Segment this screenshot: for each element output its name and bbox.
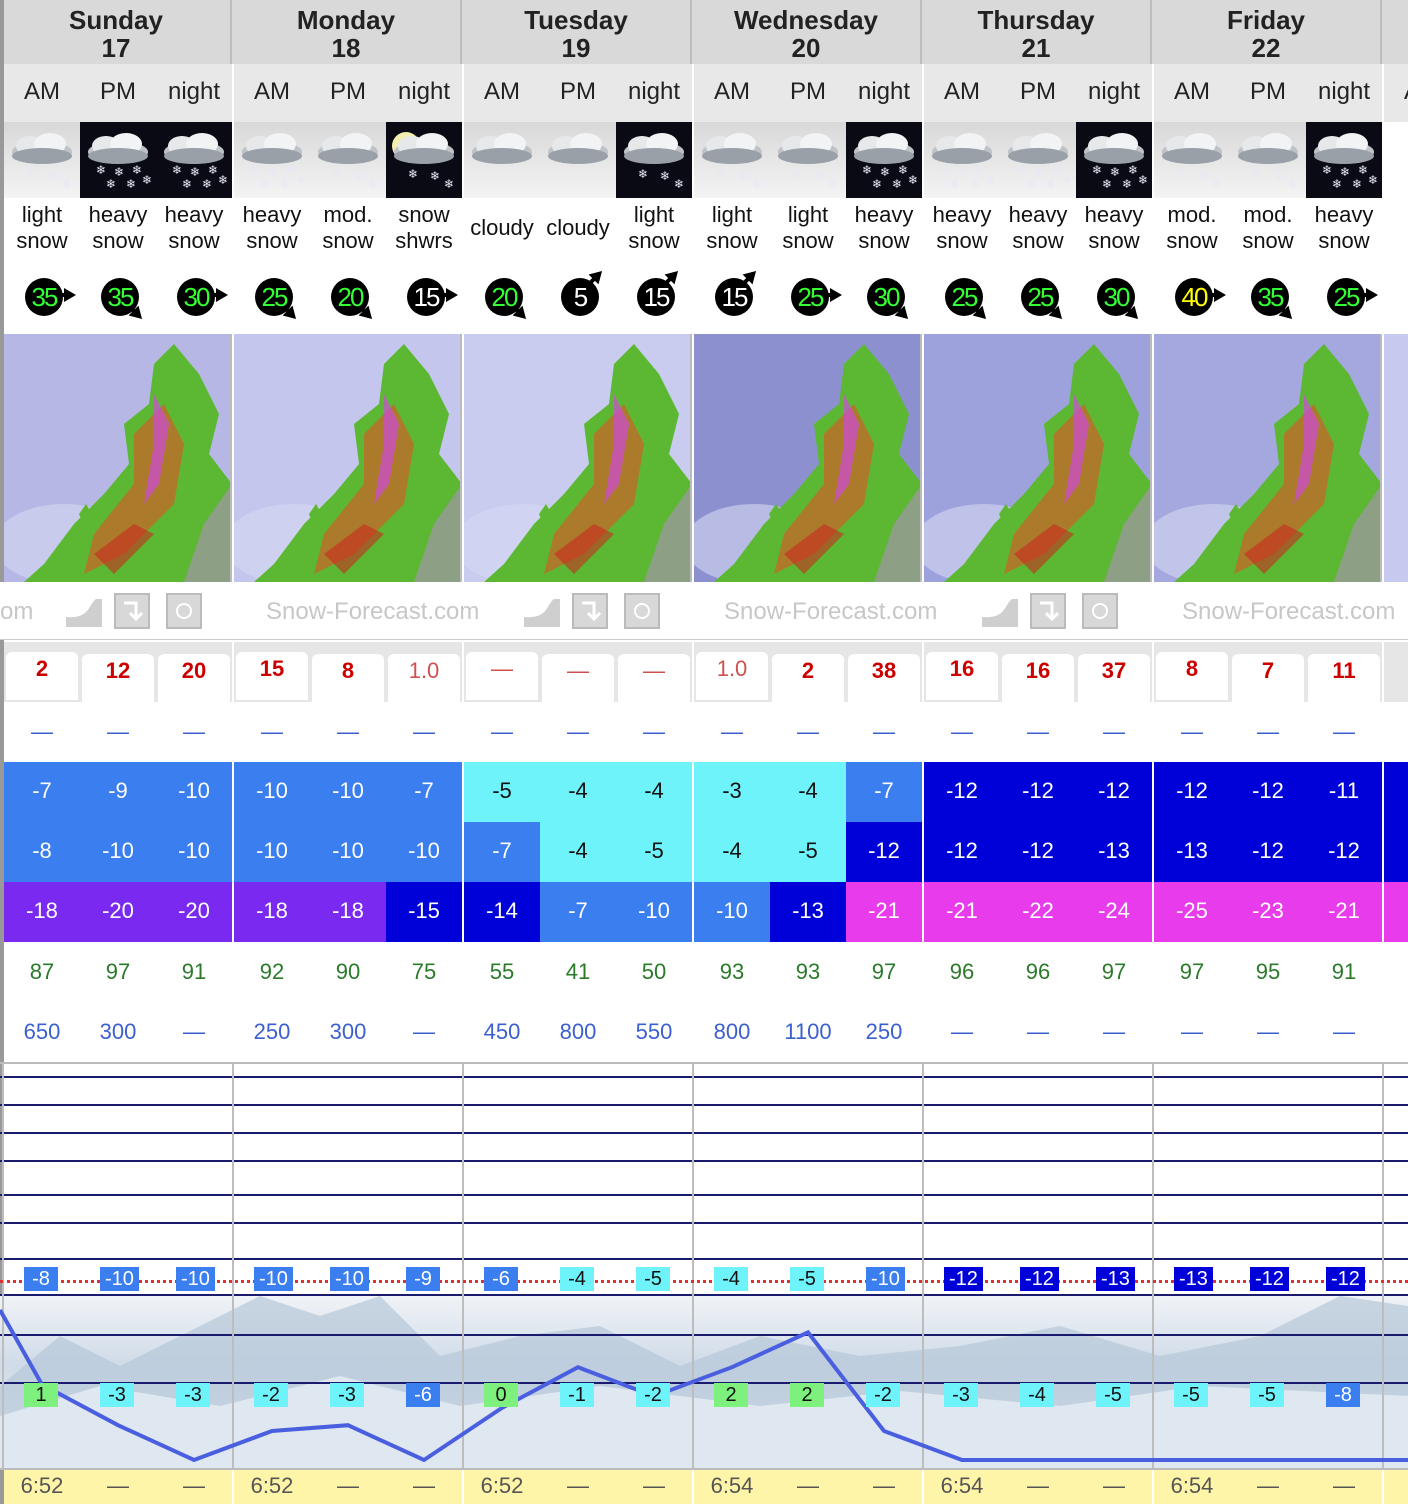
forecast-table: Sunday 17 Monday 18 Tuesday 19 Wednesday 20 Thur… bbox=[0, 0, 1408, 1504]
base-temp-badge: 1 bbox=[24, 1383, 58, 1407]
base-temp-badge: -3 bbox=[176, 1383, 210, 1407]
sunrise-time: — bbox=[156, 1470, 232, 1504]
sunrise-time: 6:54 bbox=[1154, 1470, 1230, 1504]
summit-temp-badge: -5 bbox=[790, 1267, 824, 1291]
sunrise-time: — bbox=[1306, 1470, 1382, 1504]
sunrise-time: 6:54 bbox=[924, 1470, 1000, 1504]
sunrise-time: — bbox=[386, 1470, 462, 1504]
sunrise-time: — bbox=[310, 1470, 386, 1504]
summit-temp-badge: -4 bbox=[714, 1267, 748, 1291]
base-temp-badge: 2 bbox=[790, 1383, 824, 1407]
sunrise-time: — bbox=[846, 1470, 922, 1504]
base-temp-badge: -5 bbox=[1096, 1383, 1130, 1407]
sunrise-time: 6:52 bbox=[234, 1470, 310, 1504]
base-temp-badge: 2 bbox=[714, 1383, 748, 1407]
summit-temp-badge: -12 bbox=[1020, 1267, 1059, 1291]
summit-temp-badge: -10 bbox=[330, 1267, 369, 1291]
base-temp-badge: -2 bbox=[254, 1383, 288, 1407]
summit-temp-badge: -13 bbox=[1096, 1267, 1135, 1291]
base-temp-badge: -2 bbox=[866, 1383, 900, 1407]
base-temp-badge: -3 bbox=[330, 1383, 364, 1407]
sunrise-time: — bbox=[80, 1470, 156, 1504]
base-temp-badge: -3 bbox=[944, 1383, 978, 1407]
summit-temp-badge: -10 bbox=[254, 1267, 293, 1291]
summit-temp-badge: -9 bbox=[406, 1267, 440, 1291]
sunrise-time: 6:52 bbox=[4, 1470, 80, 1504]
summit-temp-badge: -12 bbox=[1326, 1267, 1365, 1291]
sunrise-time: 6 bbox=[1384, 1470, 1408, 1504]
summit-temp-badge: -10 bbox=[100, 1267, 139, 1291]
base-temp-badge: -8 bbox=[1326, 1383, 1360, 1407]
sunrise-time: — bbox=[1000, 1470, 1076, 1504]
summit-temp-badge: -6 bbox=[484, 1267, 518, 1291]
summit-temp-badge: -12 bbox=[944, 1267, 983, 1291]
summit-temp-badge: -13 bbox=[1174, 1267, 1213, 1291]
sunrise-time: — bbox=[616, 1470, 692, 1504]
base-temp-badge: -6 bbox=[406, 1383, 440, 1407]
sunrise-time: — bbox=[1230, 1470, 1306, 1504]
summit-temp-badge: -10 bbox=[866, 1267, 905, 1291]
sunrise-time: — bbox=[540, 1470, 616, 1504]
base-temp-badge: 0 bbox=[484, 1383, 518, 1407]
summit-temp-badge: -4 bbox=[560, 1267, 594, 1291]
base-temp-badge: -5 bbox=[1250, 1383, 1284, 1407]
bottom-border bbox=[0, 1468, 1408, 1470]
base-temp-badge: -1 bbox=[560, 1383, 594, 1407]
sunrise-time: — bbox=[1076, 1470, 1152, 1504]
summit-temp-badge: -12 bbox=[1250, 1267, 1289, 1291]
base-temp-badge: -5 bbox=[1174, 1383, 1208, 1407]
base-temp-badge: -4 bbox=[1020, 1383, 1054, 1407]
summit-temp-badge: -10 bbox=[176, 1267, 215, 1291]
sunrise-time: — bbox=[770, 1470, 846, 1504]
base-temp-badge: -2 bbox=[636, 1383, 670, 1407]
base-temp-badge: -3 bbox=[100, 1383, 134, 1407]
summit-temp-badge: -8 bbox=[24, 1267, 58, 1291]
sunrise-time: 6:54 bbox=[694, 1470, 770, 1504]
summit-temp-badge: -5 bbox=[636, 1267, 670, 1291]
sunrise-time: 6:52 bbox=[464, 1470, 540, 1504]
